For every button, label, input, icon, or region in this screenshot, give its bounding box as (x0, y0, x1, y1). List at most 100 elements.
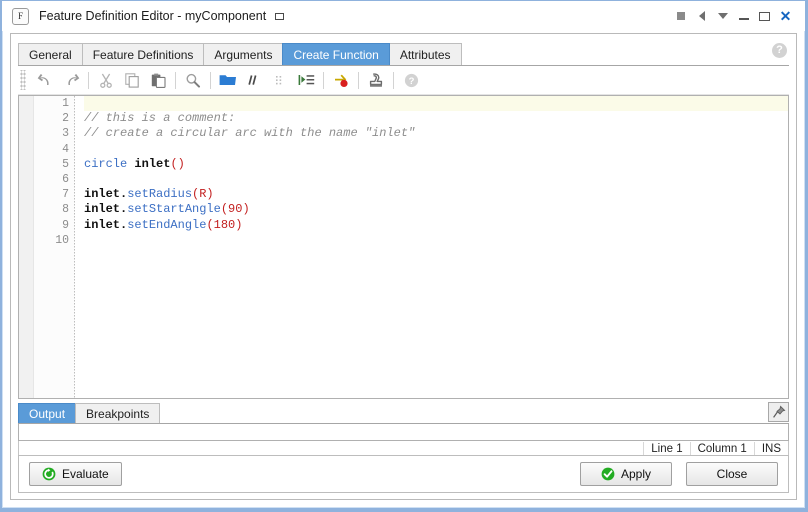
toolbar-separator (88, 71, 89, 89)
close-button-label: Close (716, 467, 748, 481)
tab-attributes[interactable]: Attributes (388, 43, 462, 65)
code-token-punc: (90) (220, 202, 250, 217)
tab-output[interactable]: Output (18, 403, 77, 423)
apply-button-label: Apply (620, 467, 652, 481)
find-button[interactable] (180, 68, 206, 92)
app-icon: F (12, 7, 29, 25)
help-icon[interactable]: ? (772, 43, 787, 58)
code-token-id: inlet (134, 156, 171, 171)
apply-button[interactable]: Apply (580, 462, 672, 486)
code-token-kw: circle (84, 156, 128, 171)
comment-button[interactable] (241, 68, 267, 92)
output-panel: Output Breakpoints Line 1 Column 1 INS (18, 402, 789, 458)
minimize-button[interactable] (733, 5, 754, 27)
toolbar-separator (175, 71, 176, 89)
toolbar-help-button[interactable]: ? (398, 68, 424, 92)
cut-icon (100, 73, 112, 88)
uncomment-button[interactable] (267, 68, 293, 92)
redo-icon (67, 73, 79, 85)
code-line[interactable] (84, 96, 788, 112)
toolbar-separator (358, 71, 359, 89)
folder-icon (219, 75, 236, 85)
code-line[interactable] (84, 142, 788, 157)
code-line[interactable] (84, 172, 788, 187)
evaluate-button[interactable]: Evaluate (29, 462, 122, 486)
stop-icon (676, 12, 685, 20)
tab-breakpoints[interactable]: Breakpoints (75, 403, 161, 423)
code-line[interactable]: // this is a comment: (84, 111, 788, 126)
dialog-button-bar: Evaluate Apply Close (18, 455, 789, 493)
stamp-icon (369, 72, 382, 87)
code-line[interactable] (84, 233, 788, 248)
code-token-fn: setRadius (127, 187, 193, 202)
refresh-icon (42, 467, 56, 481)
dialog-content: General Feature Definitions Arguments Cr… (10, 33, 797, 500)
comment-icon (248, 75, 257, 85)
cut-button[interactable] (93, 68, 119, 92)
close-dialog-button[interactable]: Close (686, 462, 778, 486)
undo-button[interactable] (32, 68, 58, 92)
code-line[interactable]: // create a circular arc with the name "… (84, 126, 788, 141)
close-button[interactable]: ✕ (775, 5, 796, 27)
paste-icon (151, 73, 166, 88)
tab-feature-definitions[interactable]: Feature Definitions (81, 43, 205, 65)
code-token-comment: // this is a comment: (84, 111, 236, 126)
toolbar-separator (323, 71, 324, 89)
chevron-down-icon (717, 13, 728, 19)
toolbar-drag-handle[interactable] (20, 70, 26, 90)
search-icon (186, 73, 200, 88)
svg-text:?: ? (408, 76, 414, 87)
evaluate-button-label: Evaluate (62, 467, 109, 481)
code-line[interactable]: inlet.setEndAngle(180) (84, 218, 788, 233)
code-token-id: inlet. (84, 217, 128, 232)
indent-button[interactable] (293, 68, 319, 92)
window-title: Feature Definition Editor - myComponent (39, 9, 267, 23)
tab-general[interactable]: General (18, 43, 83, 65)
code-token-comment: // create a circular arc with the name "… (84, 126, 416, 141)
code-line[interactable]: inlet.setRadius(R) (84, 187, 788, 202)
copy-button[interactable] (119, 68, 145, 92)
tab-arguments[interactable]: Arguments (203, 43, 284, 65)
previous-button[interactable] (691, 5, 712, 27)
pin-icon (772, 405, 785, 418)
maximize-icon (759, 11, 770, 21)
code-token-punc: () (170, 156, 185, 171)
maximize-button[interactable] (754, 5, 775, 27)
toggle-breakpoint-button[interactable] (328, 68, 354, 92)
code-token-punc: (180) (206, 217, 243, 232)
breakpoint-icon (334, 74, 348, 87)
toolbar-separator (393, 71, 394, 89)
tab-create-function[interactable]: Create Function (282, 43, 390, 65)
close-icon: ✕ (779, 8, 792, 24)
editor-gutter[interactable]: 1 2 3 4 5 6 7 8 9 10 (19, 96, 75, 398)
editor-code-area[interactable]: // this is a comment:// create a circula… (75, 96, 788, 398)
restore-glyph-icon (275, 12, 285, 20)
code-token-fn: setEndAngle (127, 217, 207, 232)
main-tab-bar: General Feature Definitions Arguments Cr… (18, 41, 789, 66)
minimize-icon (738, 17, 749, 20)
insert-stamp-button[interactable] (363, 68, 389, 92)
open-folder-button[interactable] (215, 68, 241, 92)
breakpoint-margin[interactable] (19, 96, 34, 398)
toolbar-separator (210, 71, 211, 89)
code-token-fn: setStartAngle (127, 202, 221, 217)
undo-icon (37, 73, 49, 85)
code-token-id: inlet. (84, 187, 128, 202)
code-line[interactable]: inlet.setStartAngle(90) (84, 202, 788, 217)
help-icon: ? (404, 73, 418, 87)
editor-toolbar: ? (18, 66, 789, 95)
output-text-area[interactable] (18, 424, 789, 441)
code-line[interactable]: circle inlet() (84, 157, 788, 172)
pin-button[interactable] (768, 402, 789, 422)
redo-button[interactable] (58, 68, 84, 92)
paste-button[interactable] (145, 68, 171, 92)
stop-button[interactable] (670, 5, 691, 27)
indent-icon (298, 75, 314, 85)
code-token-punc: (R) (192, 187, 214, 202)
code-editor[interactable]: 1 2 3 4 5 6 7 8 9 10 // this is a comment:// crea… (18, 95, 789, 399)
window-menu-button[interactable] (712, 5, 733, 27)
title-bar: F Feature Definition Editor - myComponen… (2, 1, 805, 31)
code-token-id: inlet. (84, 202, 128, 217)
application-window: F Feature Definition Editor - myComponen… (0, 0, 808, 512)
copy-icon (124, 72, 139, 88)
